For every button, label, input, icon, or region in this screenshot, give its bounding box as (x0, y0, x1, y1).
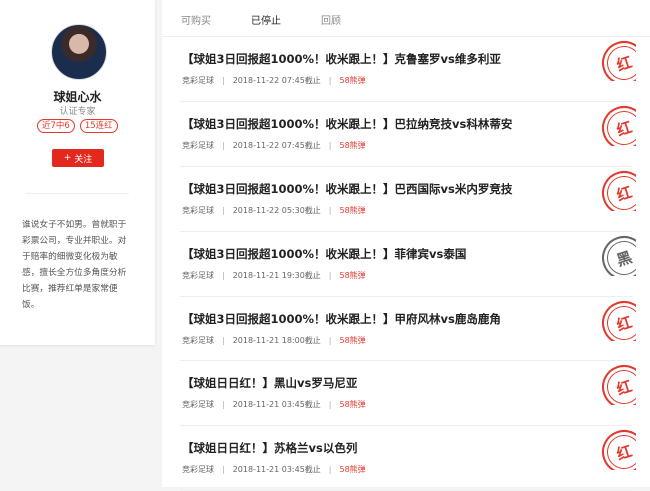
result-stamp-text: 红 (600, 426, 636, 471)
tip-deadline: 2018-11-21 18:00截止 (232, 335, 321, 345)
result-stamp-icon: 红 (600, 361, 636, 406)
separator: | (328, 465, 332, 475)
separator: | (222, 400, 225, 410)
tip-list: 【球姐3日回报超1000%！收米跟上！】克鲁塞罗vs维多利亚竞彩足球 | 2018-… (162, 37, 650, 491)
tip-category: 竞彩足球 (182, 76, 214, 85)
tip-deadline: 2018-11-22 05:30截止 (232, 205, 321, 215)
follow-label: 关注 (74, 154, 93, 165)
result-stamp-icon: 红 (600, 101, 636, 146)
tab-stopped[interactable]: 已停止 (251, 12, 281, 27)
profile-name: 球姐心水 (53, 90, 102, 104)
tip-meta: 竞彩足球 | 2018-11-21 03:45截止 | 58熊弹 (182, 399, 366, 410)
tip-title[interactable]: 【球姐3日回报超1000%！收米跟上！】菲律宾vs泰国 (182, 246, 466, 262)
tip-category: 竞彩足球 (182, 465, 214, 475)
separator: | (222, 465, 225, 475)
profile-title: 认证专家 (59, 107, 96, 117)
tip-price: 58熊弹 (339, 205, 366, 215)
profile-tags: 近7中6 15连红 (37, 119, 118, 133)
tip-deadline: 2018-11-22 07:45截止 (232, 140, 321, 150)
tip-price: 58熊弹 (339, 76, 366, 85)
tip-deadline: 2018-11-22 07:45截止 (232, 76, 321, 85)
tip-item[interactable]: 【球姐3日回报超1000%！收米跟上！】甲府风林vs鹿岛鹿角竞彩足球 | 2018-… (180, 296, 636, 362)
tip-category: 竞彩足球 (182, 140, 214, 150)
result-stamp-text: 红 (600, 296, 636, 341)
tip-category: 竞彩足球 (182, 205, 214, 215)
record-tag: 近7中6 (37, 119, 75, 133)
profile-card: 球姐心水 认证专家 近7中6 15连红 + 关注 谁说女子不如男。曾就职于彩票公… (0, 0, 155, 345)
separator: | (222, 76, 225, 85)
profile-bio: 谁说女子不如男。曾就职于彩票公司，专业并职业。对于赔率的细微变化极为敏感，擅长全… (22, 220, 127, 310)
tip-meta: 竞彩足球 | 2018-11-21 19:30截止 | 58熊弹 (182, 270, 366, 281)
tip-item[interactable]: 【球姐3日回报超1000%！收米跟上！】巴拉纳竞技vs科林蒂安竞彩足球 | 2018… (180, 101, 636, 167)
result-stamp-text: 红 (600, 101, 636, 146)
divider (26, 193, 129, 194)
result-stamp-icon: 红 (600, 37, 636, 81)
tip-title[interactable]: 【球姐3日回报超1000%！收米跟上！】克鲁塞罗vs维多利亚 (182, 51, 501, 67)
follow-button[interactable]: + 关注 (52, 149, 104, 167)
tip-price: 58熊弹 (339, 465, 366, 475)
streak-tag: 15连红 (79, 119, 118, 133)
tab-available[interactable]: 可购买 (181, 12, 211, 27)
tip-category: 竞彩足球 (182, 270, 214, 280)
separator: | (328, 205, 332, 215)
tip-meta: 竞彩足球 | 2018-11-22 07:45截止 | 58熊弹 (182, 140, 366, 151)
tip-category: 竞彩足球 (182, 400, 214, 410)
result-stamp-icon: 黑 (600, 231, 636, 276)
tip-item[interactable]: 【球姐3日回报超1000%！收米跟上！】克鲁塞罗vs维多利亚竞彩足球 | 2018-… (180, 37, 636, 102)
tip-price: 58熊弹 (339, 140, 366, 150)
tip-meta: 竞彩足球 | 2018-11-21 03:45截止 | 58熊弹 (182, 464, 366, 475)
tab-review[interactable]: 回顾 (321, 12, 341, 27)
tip-category: 竞彩足球 (182, 335, 214, 345)
result-stamp-text: 黑 (600, 231, 636, 276)
result-stamp-text: 红 (600, 361, 636, 406)
tip-deadline: 2018-11-21 03:45截止 (232, 465, 321, 475)
tip-deadline: 2018-11-21 03:45截止 (232, 400, 321, 410)
separator: | (328, 140, 332, 150)
result-stamp-text: 红 (600, 37, 636, 81)
result-stamp-icon: 红 (600, 166, 636, 211)
separator: | (222, 205, 225, 215)
main-panel: 可购买 已停止 回顾 【球姐3日回报超1000%！收米跟上！】克鲁塞罗vs维多利… (162, 0, 650, 491)
tip-price: 58熊弹 (339, 400, 366, 410)
tip-title[interactable]: 【球姐3日回报超1000%！收米跟上！】巴拉纳竞技vs科林蒂安 (182, 116, 512, 132)
tip-title[interactable]: 【球姐3日回报超1000%！收米跟上！】甲府风林vs鹿岛鹿角 (182, 311, 501, 327)
separator: | (328, 270, 332, 280)
separator: | (328, 400, 332, 410)
tip-item[interactable]: 【球姐3日回报超1000%！收米跟上！】巴西国际vs米内罗竞技竞彩足球 | 2018… (180, 166, 636, 232)
tip-title[interactable]: 【球姐日日红！】黑山vs罗马尼亚 (182, 375, 357, 391)
tip-meta: 竞彩足球 | 2018-11-21 18:00截止 | 58熊弹 (182, 335, 366, 346)
result-stamp-icon: 红 (600, 426, 636, 471)
avatar[interactable] (51, 24, 107, 80)
tip-meta: 竞彩足球 | 2018-11-22 05:30截止 | 58熊弹 (182, 205, 366, 216)
tip-price: 58熊弹 (339, 335, 366, 345)
tip-item[interactable]: 【球姐日日红！】苏格兰vs以色列竞彩足球 | 2018-11-21 03:45截止 |… (180, 426, 636, 491)
plus-icon: + (63, 153, 72, 163)
tip-item[interactable]: 【球姐3日回报超1000%！收米跟上！】菲律宾vs泰国竞彩足球 | 2018-11-… (180, 231, 636, 297)
result-stamp-text: 红 (600, 166, 636, 211)
separator: | (222, 140, 225, 150)
tip-price: 58熊弹 (339, 270, 366, 280)
result-stamp-icon: 红 (600, 296, 636, 341)
separator: | (328, 335, 332, 345)
tab-bar: 可购买 已停止 回顾 (162, 0, 650, 37)
tip-title[interactable]: 【球姐日日红！】苏格兰vs以色列 (182, 440, 357, 456)
separator: | (222, 270, 225, 280)
tip-deadline: 2018-11-21 19:30截止 (232, 270, 321, 280)
separator: | (222, 335, 225, 345)
tip-meta: 竞彩足球 | 2018-11-22 07:45截止 | 58熊弹 (182, 75, 366, 86)
tip-item[interactable]: 【球姐日日红！】黑山vs罗马尼亚竞彩足球 | 2018-11-21 03:45截止 |… (180, 361, 636, 427)
tip-title[interactable]: 【球姐3日回报超1000%！收米跟上！】巴西国际vs米内罗竞技 (182, 181, 512, 197)
separator: | (328, 76, 332, 85)
